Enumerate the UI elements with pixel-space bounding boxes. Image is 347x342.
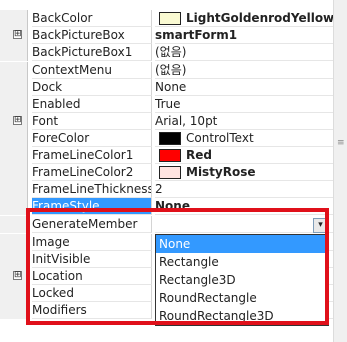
dropdown-option[interactable]: Rectangle3D	[156, 271, 328, 289]
property-name[interactable]: Modifiers	[32, 302, 152, 319]
dropdown-option[interactable]: RoundRectangle3D	[156, 307, 328, 325]
property-name[interactable]: FrameStyle	[32, 198, 152, 215]
property-value-text: ControlText	[186, 131, 254, 145]
row-gutter	[0, 147, 28, 164]
property-name[interactable]: FrameLineColor2	[32, 164, 152, 181]
scroll-grip-icon: ≡	[337, 138, 345, 148]
property-row[interactable]: GenerateMember	[0, 216, 347, 233]
property-row[interactable]: FrameLineThickness 2	[0, 181, 347, 198]
expand-icon[interactable]: ⊞	[13, 30, 22, 39]
dropdown-option[interactable]: Rectangle	[156, 253, 328, 271]
property-value-text: Red	[186, 148, 212, 162]
property-name[interactable]: Location	[32, 268, 152, 285]
row-gutter	[0, 234, 28, 251]
property-row[interactable]: ContextMenu (없음)	[0, 62, 347, 79]
row-gutter	[0, 79, 28, 96]
property-name[interactable]: Image	[32, 234, 152, 251]
row-gutter	[0, 10, 28, 27]
property-value[interactable]: Red	[155, 147, 333, 164]
property-row[interactable]: Dock None	[0, 79, 347, 96]
property-value[interactable]: 2	[155, 181, 333, 198]
property-value[interactable]: MistyRose	[155, 164, 333, 181]
row-gutter	[0, 251, 28, 268]
property-name[interactable]: GenerateMember	[32, 216, 152, 233]
row-gutter	[0, 181, 28, 198]
property-row[interactable]: BackColor LightGoldenrodYellow	[0, 10, 347, 27]
row-gutter	[0, 44, 28, 61]
row-gutter	[0, 198, 28, 215]
property-name[interactable]: BackPictureBox1	[32, 44, 152, 61]
property-name[interactable]: BackColor	[32, 10, 152, 27]
property-value[interactable]: smartForm1	[155, 27, 333, 44]
row-gutter: ⊞	[0, 27, 28, 44]
framestyle-dropdown-list: None Rectangle Rectangle3D RoundRectangle Ro…	[155, 234, 329, 326]
property-row[interactable]: FrameStyle None	[0, 198, 347, 215]
row-gutter	[0, 62, 28, 79]
property-value[interactable]: (없음)	[155, 44, 333, 61]
dropdown-option[interactable]: RoundRectangle	[156, 289, 328, 307]
property-row[interactable]: BackPictureBox1 (없음)	[0, 44, 347, 61]
property-name[interactable]: Font	[32, 113, 152, 130]
row-gutter	[0, 216, 28, 233]
property-value[interactable]: ControlText	[155, 130, 333, 147]
property-value[interactable]: True	[155, 96, 333, 113]
property-name[interactable]: ForeColor	[32, 130, 152, 147]
row-gutter	[0, 302, 28, 319]
property-value[interactable]: LightGoldenrodYellow	[155, 10, 335, 27]
row-gutter	[0, 285, 28, 302]
property-name[interactable]: FrameLineColor1	[32, 147, 152, 164]
property-row[interactable]: ⊞ Font Arial, 10pt	[0, 113, 347, 130]
property-row[interactable]: FrameLineColor1 Red	[0, 147, 347, 164]
color-swatch	[159, 12, 181, 25]
property-value[interactable]: (없음)	[155, 62, 333, 79]
row-gutter	[0, 130, 28, 147]
color-swatch	[159, 166, 181, 179]
property-value-text: LightGoldenrodYellow	[186, 11, 335, 25]
property-row[interactable]: FrameLineColor2 MistyRose	[0, 164, 347, 181]
property-name[interactable]: FrameLineThickness	[32, 181, 152, 198]
expand-icon[interactable]: ⊞	[13, 116, 22, 125]
property-value-text: MistyRose	[186, 165, 256, 179]
property-name[interactable]: InitVisible	[32, 251, 152, 268]
property-row[interactable]: ForeColor ControlText	[0, 130, 347, 147]
property-name[interactable]: BackPictureBox	[32, 27, 152, 44]
framestyle-dropdown-button[interactable]: ▾	[313, 218, 328, 233]
property-value[interactable]: None	[155, 79, 333, 96]
property-row[interactable]: ⊞ BackPictureBox smartForm1	[0, 27, 347, 44]
property-name[interactable]: ContextMenu	[32, 62, 152, 79]
property-name[interactable]: Locked	[32, 285, 152, 302]
row-gutter: ⊞	[0, 268, 28, 285]
expand-icon[interactable]: ⊞	[13, 271, 22, 280]
vertical-scrollbar[interactable]: ≡	[333, 0, 347, 342]
property-name[interactable]: Enabled	[32, 96, 152, 113]
property-row[interactable]: Enabled True	[0, 96, 347, 113]
color-swatch	[159, 149, 181, 162]
row-gutter	[0, 164, 28, 181]
row-gutter	[0, 96, 28, 113]
property-name[interactable]: Dock	[32, 79, 152, 96]
row-gutter: ⊞	[0, 113, 28, 130]
property-value[interactable]	[155, 216, 333, 233]
color-swatch	[159, 132, 181, 145]
dropdown-option[interactable]: None	[156, 235, 328, 253]
property-value[interactable]: Arial, 10pt	[155, 113, 333, 130]
property-value[interactable]: None	[155, 198, 333, 215]
